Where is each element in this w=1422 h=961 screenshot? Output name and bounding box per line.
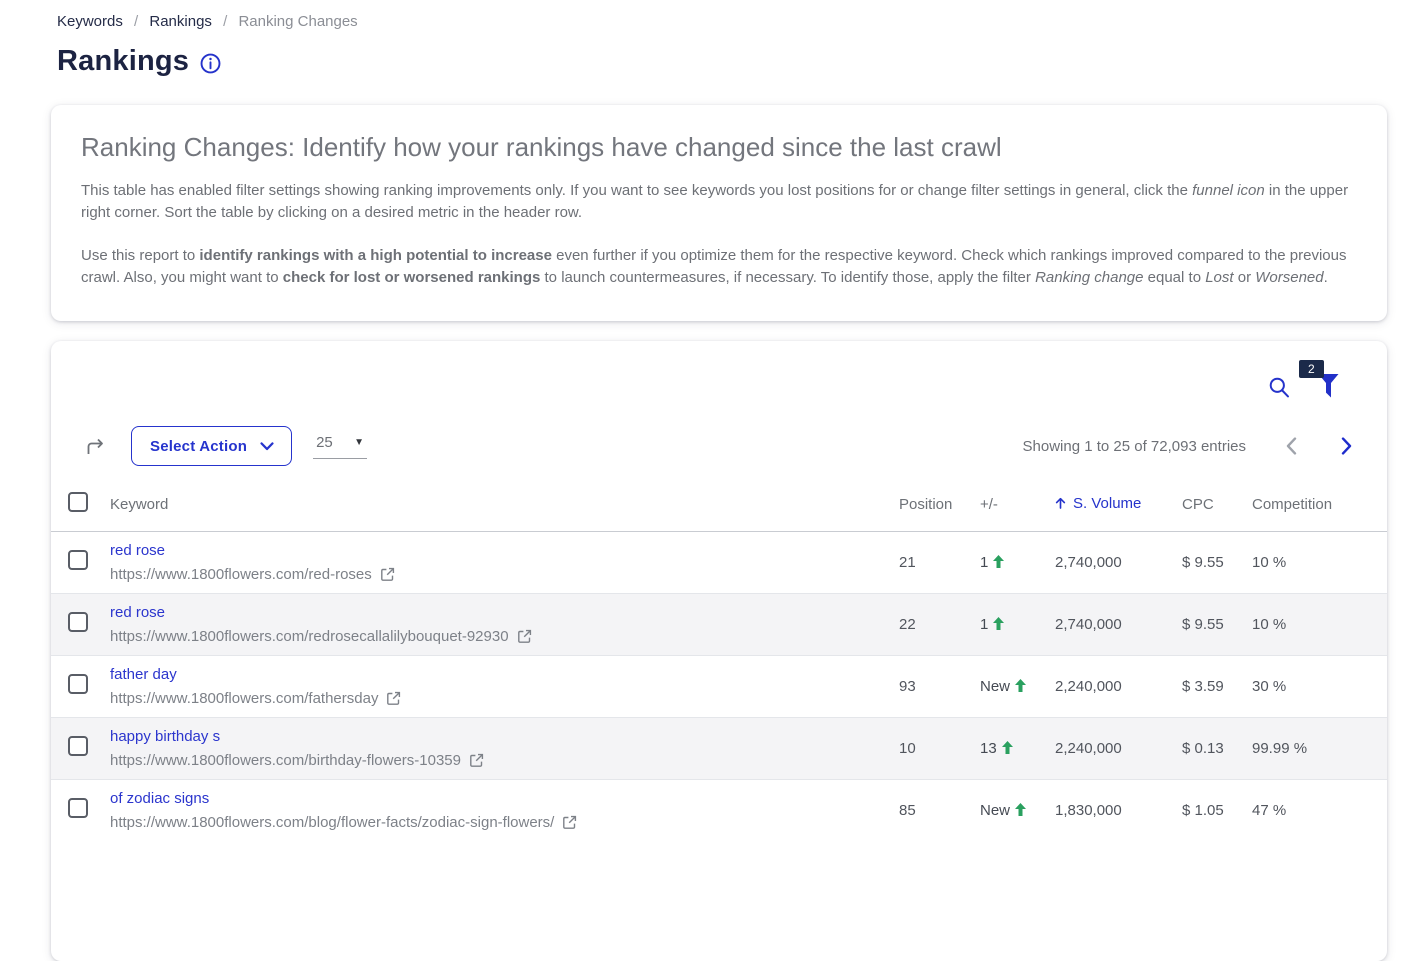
external-link-icon[interactable] bbox=[380, 567, 395, 582]
table-row: red rose https://www.1800flowers.com/red… bbox=[51, 594, 1387, 656]
row-checkbox[interactable] bbox=[68, 798, 88, 818]
keyword-url: https://www.1800flowers.com/birthday-flo… bbox=[110, 752, 461, 769]
select-action-button[interactable]: Select Action bbox=[131, 426, 292, 466]
breadcrumb: Keywords / Rankings / Ranking Changes bbox=[0, 0, 1422, 30]
info-card: Ranking Changes: Identify how your ranki… bbox=[51, 105, 1387, 321]
keyword-url: https://www.1800flowers.com/blog/flower-… bbox=[110, 814, 554, 831]
table-row: of zodiac signs https://www.1800flowers.… bbox=[51, 780, 1387, 842]
keyword-url: https://www.1800flowers.com/fathersday bbox=[110, 690, 378, 707]
column-header-volume[interactable]: S. Volume bbox=[1055, 479, 1182, 532]
breadcrumb-rankings[interactable]: Rankings bbox=[149, 13, 212, 30]
keyword-url: https://www.1800flowers.com/redrosecalla… bbox=[110, 628, 509, 645]
up-arrow-icon bbox=[1015, 679, 1026, 692]
table-body: red rose https://www.1800flowers.com/red… bbox=[51, 532, 1387, 842]
external-link-icon[interactable] bbox=[386, 691, 401, 706]
keyword-link[interactable]: red rose bbox=[110, 604, 165, 621]
change-value: 1 bbox=[980, 616, 988, 633]
info-card-paragraph-2: Use this report to identify rankings wit… bbox=[81, 245, 1357, 289]
row-checkbox[interactable] bbox=[68, 612, 88, 632]
volume-cell: 2,240,000 bbox=[1055, 718, 1182, 780]
volume-cell: 2,740,000 bbox=[1055, 594, 1182, 656]
column-header-volume-label: S. Volume bbox=[1073, 495, 1141, 512]
cpc-cell: $ 1.05 bbox=[1182, 780, 1252, 842]
row-checkbox[interactable] bbox=[68, 736, 88, 756]
chevron-down-icon bbox=[260, 442, 274, 451]
pagination-next-icon[interactable] bbox=[1341, 437, 1352, 455]
info-card-paragraph-1: This table has enabled filter settings s… bbox=[81, 180, 1357, 224]
external-link-icon[interactable] bbox=[562, 815, 577, 830]
table-row: father day https://www.1800flowers.com/f… bbox=[51, 656, 1387, 718]
keyword-link[interactable]: happy birthday s bbox=[110, 728, 220, 745]
cpc-cell: $ 9.55 bbox=[1182, 594, 1252, 656]
table-card: 2 Select Action 25 ▼ Showing bbox=[51, 341, 1387, 961]
cpc-cell: $ 3.59 bbox=[1182, 656, 1252, 718]
breadcrumb-keywords[interactable]: Keywords bbox=[57, 13, 123, 30]
column-header-competition[interactable]: Competition bbox=[1252, 479, 1387, 532]
showing-entries-text: Showing 1 to 25 of 72,093 entries bbox=[1023, 438, 1247, 455]
position-cell: 85 bbox=[899, 780, 980, 842]
breadcrumb-ranking-changes: Ranking Changes bbox=[238, 13, 357, 30]
table-row: red rose https://www.1800flowers.com/red… bbox=[51, 532, 1387, 594]
sort-asc-icon bbox=[1055, 496, 1066, 513]
competition-cell: 99.99 % bbox=[1252, 718, 1387, 780]
column-header-keyword[interactable]: Keyword bbox=[110, 479, 899, 532]
up-arrow-icon bbox=[1002, 741, 1013, 754]
cpc-cell: $ 9.55 bbox=[1182, 532, 1252, 594]
keyword-link[interactable]: red rose bbox=[110, 542, 165, 559]
breadcrumb-separator: / bbox=[223, 13, 227, 30]
column-header-position[interactable]: Position bbox=[899, 479, 980, 532]
position-cell: 10 bbox=[899, 718, 980, 780]
position-cell: 93 bbox=[899, 656, 980, 718]
page-size-select[interactable]: 25 ▼ bbox=[313, 434, 367, 459]
column-header-change[interactable]: +/- bbox=[980, 479, 1055, 532]
breadcrumb-separator: / bbox=[134, 13, 138, 30]
competition-cell: 10 % bbox=[1252, 594, 1387, 656]
table-row: happy birthday s https://www.1800flowers… bbox=[51, 718, 1387, 780]
up-arrow-icon bbox=[993, 617, 1004, 630]
keyword-link[interactable]: of zodiac signs bbox=[110, 790, 209, 807]
info-icon[interactable] bbox=[200, 53, 221, 74]
cpc-cell: $ 0.13 bbox=[1182, 718, 1252, 780]
funnel-icon[interactable]: 2 bbox=[1318, 373, 1339, 399]
pagination-prev-icon[interactable] bbox=[1286, 437, 1297, 455]
info-card-heading: Ranking Changes: Identify how your ranki… bbox=[81, 132, 1357, 163]
search-icon[interactable] bbox=[1268, 376, 1290, 399]
row-checkbox[interactable] bbox=[68, 550, 88, 570]
change-value: 1 bbox=[980, 554, 988, 571]
filter-count-badge: 2 bbox=[1299, 360, 1324, 378]
caret-down-icon: ▼ bbox=[354, 437, 364, 448]
change-value: 13 bbox=[980, 740, 997, 757]
competition-cell: 30 % bbox=[1252, 656, 1387, 718]
column-header-cpc[interactable]: CPC bbox=[1182, 479, 1252, 532]
external-link-icon[interactable] bbox=[469, 753, 484, 768]
competition-cell: 10 % bbox=[1252, 532, 1387, 594]
select-all-checkbox[interactable] bbox=[68, 492, 88, 512]
up-arrow-icon bbox=[1015, 803, 1026, 816]
rankings-table: Keyword Position +/- S. Volume CPC Compe… bbox=[51, 479, 1387, 842]
select-action-label: Select Action bbox=[150, 438, 247, 455]
position-cell: 22 bbox=[899, 594, 980, 656]
position-cell: 21 bbox=[899, 532, 980, 594]
up-arrow-icon bbox=[993, 555, 1004, 568]
row-checkbox[interactable] bbox=[68, 674, 88, 694]
change-value: New bbox=[980, 678, 1010, 695]
keyword-link[interactable]: father day bbox=[110, 666, 177, 683]
external-link-icon[interactable] bbox=[517, 629, 532, 644]
change-value: New bbox=[980, 802, 1010, 819]
volume-cell: 1,830,000 bbox=[1055, 780, 1182, 842]
table-header-row: Keyword Position +/- S. Volume CPC Compe… bbox=[51, 479, 1387, 532]
redirect-arrow-icon[interactable] bbox=[84, 435, 107, 458]
volume-cell: 2,740,000 bbox=[1055, 532, 1182, 594]
page-title: Rankings bbox=[57, 45, 189, 78]
competition-cell: 47 % bbox=[1252, 780, 1387, 842]
volume-cell: 2,240,000 bbox=[1055, 656, 1182, 718]
keyword-url: https://www.1800flowers.com/red-roses bbox=[110, 566, 372, 583]
page-size-value: 25 bbox=[316, 434, 333, 451]
